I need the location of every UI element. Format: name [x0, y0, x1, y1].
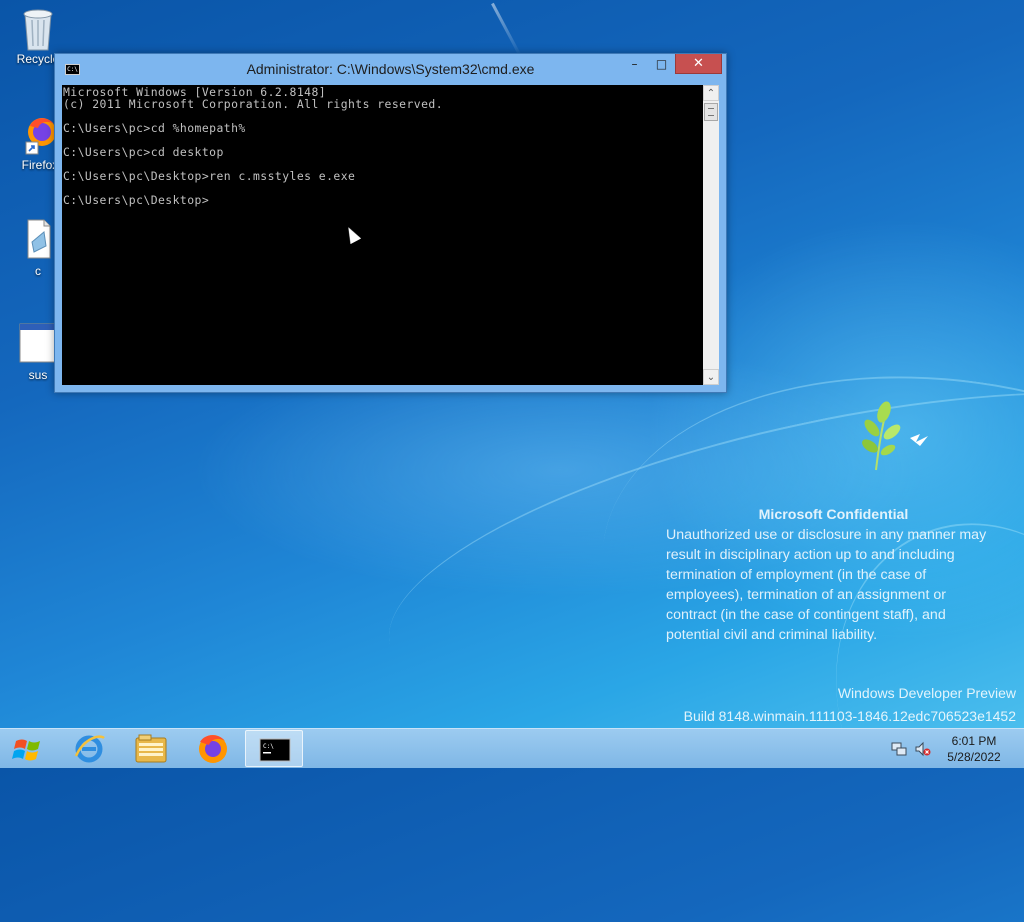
scrollbar-thumb[interactable] — [704, 103, 718, 121]
console-line: C:\Users\pc\Desktop>ren c.msstyles e.exe — [63, 169, 356, 183]
edition-label: Windows Developer Preview — [837, 685, 1016, 701]
network-icon[interactable] — [891, 741, 907, 757]
svg-text:C:\: C:\ — [263, 743, 274, 750]
recycle-bin-icon — [18, 6, 58, 51]
console-line: C:\Users\pc\Desktop> — [63, 193, 210, 207]
window-titlebar[interactable]: C:\ Administrator: C:\Windows\System32\c… — [55, 54, 726, 84]
taskbar-internet-explorer[interactable] — [60, 730, 118, 767]
window-app-icon — [18, 322, 58, 366]
clock-date: 5/28/2022 — [947, 750, 1001, 764]
close-button[interactable]: ✕ — [675, 54, 722, 74]
document-icon — [18, 218, 58, 262]
console-output[interactable]: Microsoft Windows [Version 6.2.8148] (c)… — [62, 85, 703, 385]
cmd-icon: C:\ — [259, 738, 291, 762]
maximize-button[interactable]: □ — [648, 54, 675, 74]
console-line: C:\Users\pc>cd %homepath% — [63, 121, 246, 135]
scroll-up-arrow-icon[interactable]: ⌃ — [703, 85, 719, 101]
confidential-body: Unauthorized use or disclosure in any ma… — [666, 527, 987, 643]
build-label: Build 8148.winmain.111103-1846.12edc7065… — [683, 708, 1016, 724]
internet-explorer-icon — [74, 735, 105, 763]
firefox-shortcut-icon — [18, 112, 58, 156]
confidential-title: Microsoft Confidential — [758, 507, 909, 523]
vertical-scrollbar[interactable]: ⌃ ⌄ — [703, 85, 719, 385]
confidential-notice: Microsoft Confidential Unauthorized use … — [666, 505, 1011, 645]
minimize-button[interactable]: – — [621, 54, 648, 74]
cmd-window[interactable]: C:\ Administrator: C:\Windows\System32\c… — [54, 53, 727, 393]
taskbar-firefox[interactable] — [183, 730, 241, 767]
system-clock[interactable]: 6:01 PM 5/28/2022 — [940, 733, 1008, 765]
wallpaper-plant-icon — [862, 401, 928, 471]
clock-time: 6:01 PM — [951, 734, 997, 748]
taskbar: C:\ 6:01 PM 5/28/2022 — [0, 728, 1024, 768]
scroll-down-arrow-icon[interactable]: ⌄ — [703, 369, 719, 385]
windows-start-icon — [12, 739, 40, 761]
wallpaper-light-streak — [491, 2, 522, 58]
taskbar-cmd[interactable]: C:\ — [245, 730, 303, 767]
volume-muted-icon[interactable] — [915, 741, 931, 757]
taskbar-file-explorer[interactable] — [121, 730, 179, 767]
start-button[interactable] — [0, 729, 56, 769]
console-text: Microsoft Windows [Version 6.2.8148] (c)… — [62, 85, 703, 206]
file-explorer-icon — [135, 734, 167, 763]
console-line: C:\Users\pc>cd desktop — [63, 145, 224, 159]
firefox-icon — [199, 735, 227, 763]
console-line: (c) 2011 Microsoft Corporation. All righ… — [63, 97, 444, 111]
